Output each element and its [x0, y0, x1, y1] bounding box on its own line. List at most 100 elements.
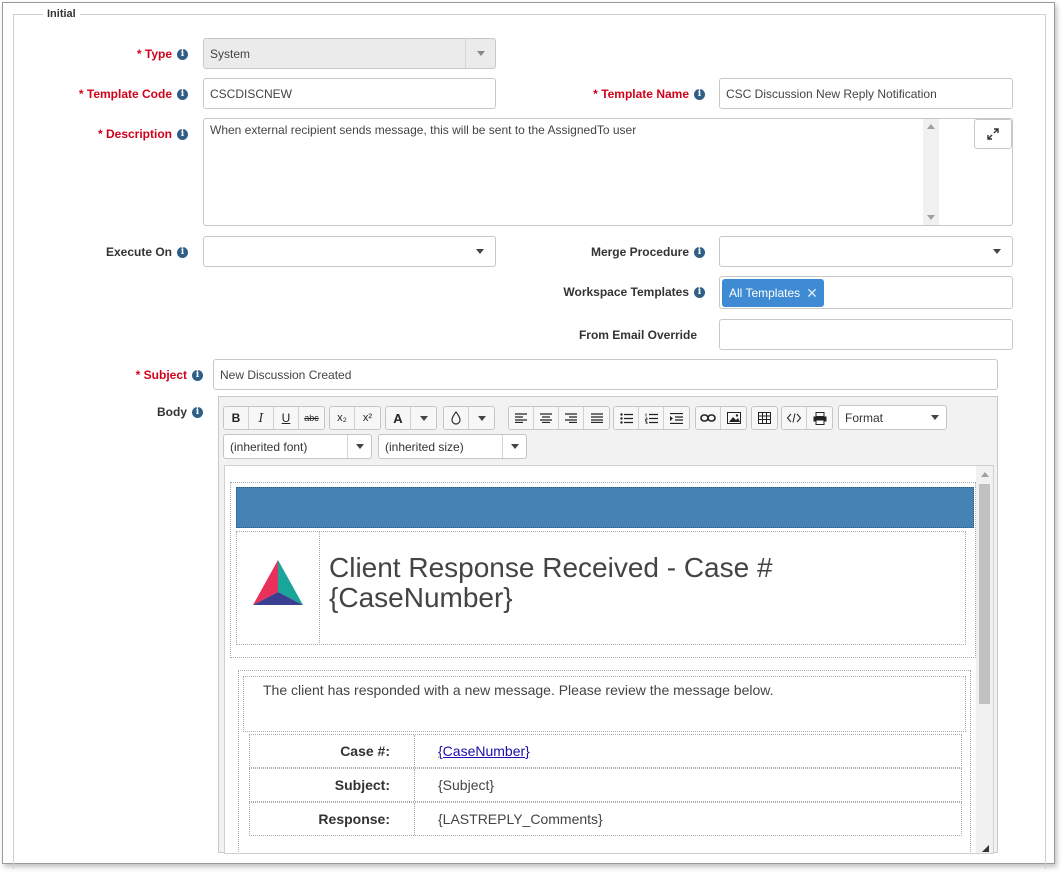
info-icon[interactable]: i	[192, 406, 203, 418]
email-banner	[236, 487, 974, 528]
alignment-group	[508, 406, 610, 430]
link-image-group	[695, 406, 747, 430]
subscript-button[interactable]: x₂	[330, 407, 355, 429]
template-code-input[interactable]: CSCDISCNEW	[203, 78, 496, 109]
execute-on-label: Execute On i	[63, 242, 188, 262]
required-marker: *	[136, 47, 142, 61]
bold-button[interactable]: B	[224, 407, 249, 429]
align-right-button[interactable]	[559, 407, 584, 429]
table-row: Case #: {CaseNumber}	[249, 734, 962, 768]
code-icon	[787, 413, 801, 423]
table-icon	[757, 411, 771, 424]
bullet-list-icon	[619, 412, 633, 424]
align-center-button[interactable]	[534, 407, 559, 429]
scrollbar-thumb[interactable]	[979, 484, 990, 704]
template-name-input[interactable]: CSC Discussion New Reply Notification	[719, 78, 1013, 109]
chevron-down-icon	[924, 406, 946, 429]
insert-table-button[interactable]	[752, 407, 777, 429]
print-icon	[813, 411, 826, 425]
chevron-down-icon	[465, 39, 495, 68]
align-left-icon	[515, 413, 527, 423]
workspace-templates-label: Workspace Templates i	[523, 282, 705, 302]
execute-on-select[interactable]	[203, 236, 496, 267]
textarea-scrollbar[interactable]	[923, 119, 939, 225]
align-left-button[interactable]	[509, 407, 534, 429]
workspace-templates-multiselect[interactable]: All Templates ✕	[719, 276, 1013, 309]
merge-procedure-select[interactable]	[719, 236, 1013, 267]
info-icon[interactable]: i	[694, 286, 705, 298]
editor-scrollbar[interactable]	[976, 466, 993, 853]
from-email-override-input[interactable]	[719, 319, 1013, 350]
droplet-icon	[451, 411, 461, 425]
info-icon[interactable]: i	[192, 369, 203, 381]
chevron-down-icon	[478, 416, 486, 421]
font-color-button[interactable]: A	[386, 407, 411, 429]
case-number-link[interactable]: {CaseNumber}	[438, 735, 530, 767]
font-color-dropdown[interactable]	[411, 407, 436, 429]
format-select[interactable]: Format	[838, 405, 947, 430]
editor-content-area[interactable]: Client Response Received - Case # {CaseN…	[224, 465, 994, 854]
chevron-down-icon	[420, 416, 428, 421]
dialog-frame: Initial * Type i System * Template Code …	[2, 2, 1055, 869]
info-icon[interactable]: i	[694, 246, 705, 258]
info-icon[interactable]: i	[177, 48, 188, 60]
expand-button[interactable]	[974, 119, 1012, 149]
expand-icon	[987, 128, 999, 140]
info-icon[interactable]: i	[177, 246, 188, 258]
chevron-down-icon	[502, 435, 526, 458]
table-group	[751, 406, 778, 430]
chevron-down-icon	[465, 237, 495, 266]
font-family-select[interactable]: (inherited font)	[223, 434, 372, 459]
chevron-down-icon	[982, 237, 1012, 266]
subject-input[interactable]: New Discussion Created	[213, 359, 998, 390]
insert-image-button[interactable]	[721, 407, 746, 429]
email-title: Client Response Received - Case # {CaseN…	[329, 552, 773, 613]
image-icon	[726, 412, 741, 424]
info-icon[interactable]: i	[694, 88, 705, 100]
table-row: Subject: {Subject}	[249, 768, 962, 802]
list-group	[613, 406, 690, 430]
indent-button[interactable]	[664, 407, 689, 429]
source-print-group	[781, 406, 833, 430]
info-icon[interactable]: i	[177, 128, 188, 140]
info-icon[interactable]: i	[177, 88, 188, 100]
align-justify-icon	[590, 413, 603, 423]
from-email-override-label: From Email Override	[578, 328, 697, 342]
superscript-button[interactable]: x²	[355, 407, 380, 429]
description-textarea[interactable]: When external recipient sends message, t…	[203, 118, 1013, 226]
view-source-button[interactable]	[782, 407, 807, 429]
numbered-list-button[interactable]	[639, 407, 664, 429]
rich-text-editor: B I U abc x₂ x² A Format (inherited font…	[218, 396, 998, 854]
bullet-list-button[interactable]	[614, 407, 639, 429]
fieldset-legend: Initial	[43, 8, 80, 20]
background-color-button[interactable]	[444, 407, 469, 429]
font-color-group: A	[385, 406, 437, 430]
link-icon	[700, 414, 716, 422]
script-group: x₂ x²	[329, 406, 381, 430]
background-color-group	[443, 406, 495, 430]
resize-handle[interactable]	[982, 845, 989, 852]
chevron-down-icon	[347, 435, 371, 458]
italic-button[interactable]: I	[249, 407, 274, 429]
align-center-icon	[540, 413, 552, 423]
body-label: Body i	[103, 402, 203, 422]
indent-icon	[670, 412, 683, 424]
merge-procedure-label: Merge Procedure i	[563, 242, 705, 262]
subject-label: * Subject i	[63, 365, 203, 385]
background-color-dropdown[interactable]	[469, 407, 494, 429]
close-icon[interactable]: ✕	[806, 285, 818, 302]
text-style-group: B I U abc	[223, 406, 325, 430]
strikethrough-button[interactable]: abc	[299, 407, 324, 429]
insert-link-button[interactable]	[696, 407, 721, 429]
underline-button[interactable]: U	[274, 407, 299, 429]
template-code-label: * Template Code i	[43, 84, 188, 104]
print-button[interactable]	[807, 407, 832, 429]
numbered-list-icon	[644, 413, 658, 424]
type-label: * Type i	[63, 44, 188, 64]
template-name-label: * Template Name i	[563, 84, 705, 104]
scroll-up-icon	[927, 124, 935, 129]
align-justify-button[interactable]	[584, 407, 609, 429]
email-message: The client has responded with a new mess…	[263, 682, 774, 698]
type-select[interactable]: System	[203, 38, 496, 69]
font-size-select[interactable]: (inherited size)	[378, 434, 527, 459]
